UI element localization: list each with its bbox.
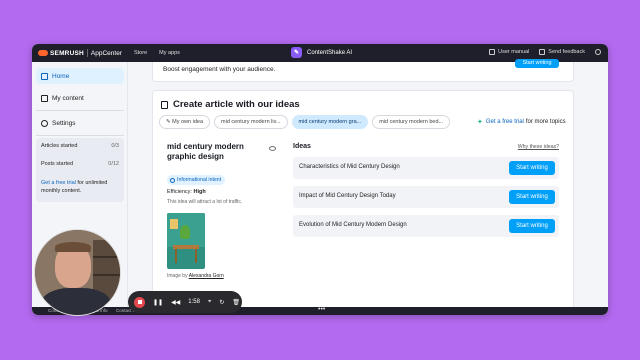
user-manual-label: User manual [498,49,530,55]
topic-card: mid century modern graphic design Inform… [159,139,279,314]
send-feedback-label: Send feedback [548,49,585,55]
current-app: ✎ ContentShake AI [291,47,352,58]
semrush-logo[interactable]: SEMRUSH AppCenter [38,49,122,57]
posts-started-label: Posts started [41,161,74,167]
chip-topic-selected[interactable]: mid century modern gra... [291,115,369,129]
articles-started-row: Articles started 0/3 [41,143,119,161]
chip-label: mid century modern gra... [298,119,362,125]
main-content: Boost engagement with your audience. Sta… [128,59,608,315]
rewind-icon[interactable]: ◀◀ [171,299,180,306]
app-name: ContentShake AI [307,49,353,56]
trial-promo: Get a free trial for unlimited monthly c… [41,179,119,195]
sidebar-divider [36,110,124,111]
info-icon [170,177,175,183]
sidebar-item-my-content[interactable]: My content [36,90,124,106]
more-topics-text: for more topics [525,119,566,125]
chip-topic[interactable]: mid century modern bed... [372,115,451,129]
chip-my-own-idea[interactable]: ✎ My own idea [159,115,211,129]
hide-icon[interactable] [269,146,276,151]
semrush-flame-icon [38,50,48,56]
trash-icon[interactable]: 🗑 [232,299,240,306]
posts-started-row: Posts started 0/12 [41,161,119,179]
sidebar-item-label: Home [52,72,70,80]
start-writing-button[interactable]: Start writing [509,219,555,233]
chip-label: mid century modern bed... [379,119,444,125]
recording-controls: ❚❚ ◀◀ 1:58 ⌖ ↻ 🗑 [128,291,242,313]
topic-chips: ✎ My own idea mid century modern liv... … [159,115,454,129]
chip-label: My own idea [172,119,204,125]
free-trial-link[interactable]: Get a free trial [41,180,76,186]
start-writing-button[interactable]: Start writing [509,161,555,175]
app-center-label: AppCenter [90,49,122,57]
previous-card-text: Boost engagement with your audience. [163,66,276,73]
crosshair-icon[interactable]: ⌖ [208,299,211,306]
feedback-icon [539,49,546,55]
free-trial-link[interactable]: Get a free trial [486,119,524,125]
image-credit: Image by Alexandra Gorn [167,273,224,279]
topic-image [167,213,205,269]
start-writing-button[interactable]: Start writing [515,59,559,68]
chip-topic[interactable]: mid century modern liv... [214,115,288,129]
chip-label: mid century modern liv... [221,119,281,125]
efficiency-value: High [193,189,206,195]
section-title-text: Create article with our ideas [173,99,300,110]
idea-row: Impact of Mid Century Design Today Start… [293,186,559,208]
idea-title: Evolution of Mid Century Modern Design [299,222,407,228]
topic-title: mid century modern graphic design [167,142,244,161]
idea-title: Characteristics of Mid Century Design [299,164,400,170]
contentshake-icon: ✎ [291,47,302,58]
articles-started-value: 0/3 [111,143,119,149]
credit-author-link[interactable]: Alexandra Gorn [189,273,224,279]
start-writing-button[interactable]: Start writing [509,190,555,204]
book-icon [489,49,496,55]
efficiency-note: This idea will attract a lot of traffic. [167,199,243,205]
gear-icon [41,119,48,127]
sidebar-divider [36,135,124,136]
more-topics-promo: ✦ Get a free trial for more topics [477,118,566,126]
articles-started-label: Articles started [41,143,78,149]
posts-started-value: 0/12 [108,161,119,167]
sidebar-item-label: Settings [52,119,76,127]
ideas-card: Create article with our ideas ✎ My own i… [152,90,574,315]
send-feedback-link[interactable]: Send feedback [539,49,585,55]
drag-handle[interactable]: ••• [318,306,328,313]
intent-badge: Informational intent [167,175,226,185]
idea-row: Characteristics of Mid Century Design St… [293,157,559,179]
why-these-ideas-link[interactable]: Why these ideas? [518,144,559,150]
efficiency-label: Efficiency: [167,189,192,195]
credit-prefix: Image by [167,273,188,279]
pause-icon[interactable]: ❚❚ [153,299,163,306]
previous-card: Boost engagement with your audience. Sta… [152,59,574,82]
topbar-right: User manual Send feedback [479,49,604,55]
settings-gear[interactable] [595,49,604,55]
idea-row: Evolution of Mid Century Modern Design S… [293,215,559,237]
usage-stats: Articles started 0/3 Posts started 0/12 … [36,138,124,202]
efficiency: Efficiency: High [167,189,206,195]
section-title: Create article with our ideas [161,99,300,110]
webcam-overlay[interactable] [34,229,121,316]
intent-label: Informational intent [177,177,222,183]
sidebar-item-home[interactable]: Home [36,68,124,84]
sparkle-icon: ✦ [477,119,483,126]
ideas-heading: Ideas [293,143,311,150]
nav-store[interactable]: Store [134,50,147,56]
sidebar-item-label: My content [52,94,84,102]
recording-timer: 1:58 [188,299,200,305]
document-icon [41,94,48,102]
document-icon [161,100,168,109]
sidebar-item-settings[interactable]: Settings [36,115,124,131]
home-icon [41,72,48,80]
user-manual-link[interactable]: User manual [489,49,529,55]
restart-icon[interactable]: ↻ [219,299,224,306]
brand-name: SEMRUSH [50,49,84,57]
idea-title: Impact of Mid Century Design Today [299,193,396,199]
nav-my-apps[interactable]: My apps [159,50,180,56]
gear-icon [595,49,601,55]
brand-divider [86,49,88,57]
stop-recording-button[interactable] [134,296,145,308]
